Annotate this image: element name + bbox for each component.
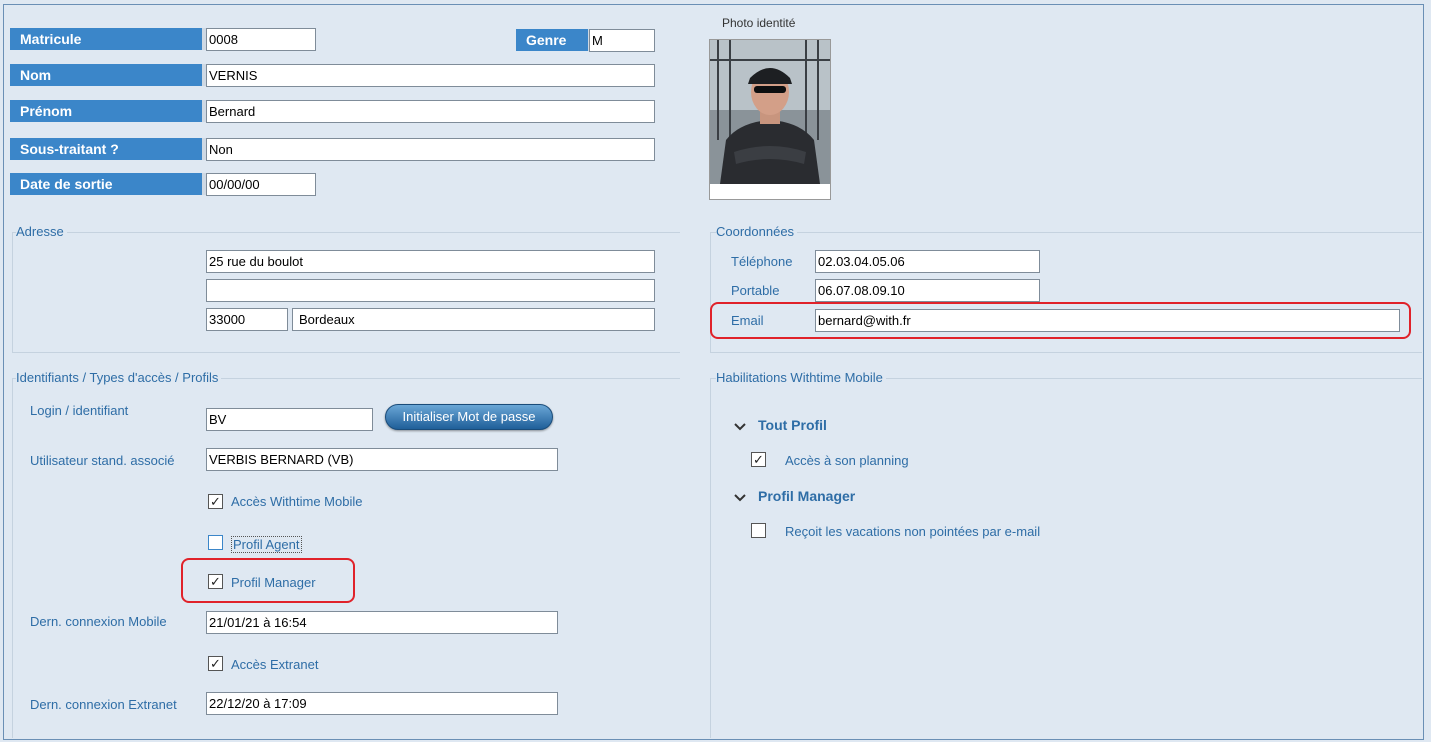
dern-mobile-label: Dern. connexion Mobile: [30, 614, 167, 629]
section-tout-profil-title[interactable]: Tout Profil: [758, 417, 827, 433]
chevron-down-icon: [734, 494, 746, 502]
coordonnees-title: Coordonnées: [716, 224, 798, 239]
acces-extranet-checkbox[interactable]: ✓: [208, 656, 223, 671]
email-highlight: [710, 302, 1411, 339]
profil-manager-highlight: [181, 558, 355, 603]
postal-code-field[interactable]: 33000: [206, 308, 288, 331]
acces-planning-label[interactable]: Accès à son planning: [785, 453, 909, 468]
checkmark-icon: ✓: [753, 452, 764, 467]
photo-label: Photo identité: [722, 16, 796, 30]
date-sortie-field[interactable]: 00/00/00: [206, 173, 316, 196]
person-photo: [710, 40, 830, 184]
login-label: Login / identifiant: [30, 403, 129, 418]
dern-extranet-label: Dern. connexion Extranet: [30, 697, 177, 712]
telephone-label: Téléphone: [731, 254, 793, 269]
coordonnees-group-border: [710, 232, 1422, 233]
matricule-label: Matricule: [10, 28, 206, 50]
adresse-line2-field[interactable]: [206, 279, 655, 302]
prenom-field[interactable]: Bernard: [206, 100, 655, 123]
genre-field[interactable]: M: [589, 29, 655, 52]
adresse-title: Adresse: [16, 224, 67, 239]
genre-label: Genre: [516, 29, 590, 51]
vacations-email-checkbox[interactable]: [751, 523, 766, 538]
acces-mobile-checkbox[interactable]: ✓: [208, 494, 223, 509]
profil-agent-label[interactable]: Profil Agent: [231, 536, 302, 553]
dern-extranet-field[interactable]: 22/12/20 à 17:09: [206, 692, 558, 715]
checkmark-icon: ✓: [210, 494, 221, 509]
login-field[interactable]: BV: [206, 408, 373, 431]
habilitations-group-left: [710, 378, 711, 738]
section-profil-manager-title[interactable]: Profil Manager: [758, 488, 855, 504]
sous-traitant-label: Sous-traitant ?: [10, 138, 206, 160]
adresse-group-border: [12, 232, 680, 233]
nom-field[interactable]: VERNIS: [206, 64, 655, 87]
access-title: Identifiants / Types d'accès / Profils: [16, 370, 222, 385]
adresse-line1-field[interactable]: 25 rue du boulot: [206, 250, 655, 273]
adresse-group-left: [12, 232, 13, 352]
matricule-field[interactable]: 0008: [206, 28, 316, 51]
dern-mobile-field[interactable]: 21/01/21 à 16:54: [206, 611, 558, 634]
adresse-group-bottom: [12, 352, 680, 353]
acces-mobile-label[interactable]: Accès Withtime Mobile: [231, 494, 362, 509]
init-password-button[interactable]: Initialiser Mot de passe: [385, 404, 553, 430]
profil-agent-checkbox[interactable]: [208, 535, 223, 550]
portable-label: Portable: [731, 283, 780, 298]
coordonnees-group-bottom: [710, 352, 1422, 353]
acces-planning-checkbox[interactable]: ✓: [751, 452, 766, 467]
access-group-left: [12, 378, 13, 738]
checkmark-icon: ✓: [210, 656, 221, 671]
user-std-label: Utilisateur stand. associé: [30, 453, 175, 468]
prenom-label: Prénom: [10, 100, 206, 122]
portable-field[interactable]: 06.07.08.09.10: [815, 279, 1040, 302]
acces-extranet-label[interactable]: Accès Extranet: [231, 657, 318, 672]
user-std-field[interactable]: VERBIS BERNARD (VB): [206, 448, 558, 471]
nom-label: Nom: [10, 64, 206, 86]
habilitations-title: Habilitations Withtime Mobile: [716, 370, 886, 385]
date-sortie-label: Date de sortie: [10, 173, 206, 195]
photo-frame[interactable]: [709, 39, 831, 200]
chevron-down-icon: [734, 423, 746, 431]
vacations-email-label[interactable]: Reçoit les vacations non pointées par e-…: [785, 524, 1040, 539]
sous-traitant-field[interactable]: Non: [206, 138, 655, 161]
city-field[interactable]: Bordeaux: [292, 308, 655, 331]
telephone-field[interactable]: 02.03.04.05.06: [815, 250, 1040, 273]
